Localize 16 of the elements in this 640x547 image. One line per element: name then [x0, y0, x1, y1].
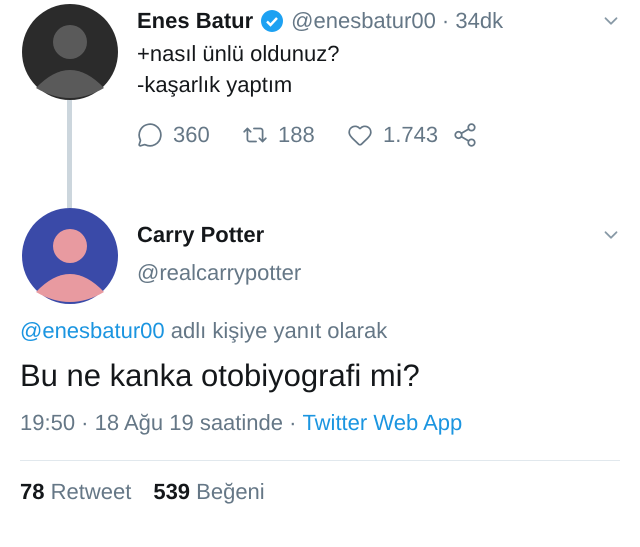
action-count: 188 [278, 122, 315, 148]
timestamp: 19:50 · 18 Ağu 19 saatinde · [20, 410, 296, 436]
stat-count[interactable]: 539 Beğeni [153, 479, 265, 505]
handle-and-time: @enesbatur00 · 34dk [291, 8, 504, 34]
comment-icon[interactable] [137, 122, 163, 148]
author-handle[interactable]: @realcarrypotter [137, 260, 622, 286]
tweet-text: -kaşarlık yaptım [137, 71, 294, 99]
author-name[interactable]: Enes Batur [137, 8, 254, 34]
tweet-text: +nasıl ünlü oldunuz? [137, 40, 340, 68]
author-name[interactable]: Carry Potter [137, 222, 264, 248]
action-count: 360 [173, 122, 210, 148]
stat-count[interactable]: 78 Retweet [20, 479, 132, 505]
replying-to-text: @enesbatur00 adlı kişiye yanıt olarak [20, 318, 388, 344]
action-count: 1.743 [383, 122, 438, 148]
reply-text: Bu ne kanka otobiyografi mi? [20, 358, 421, 394]
share-icon[interactable] [452, 122, 478, 148]
